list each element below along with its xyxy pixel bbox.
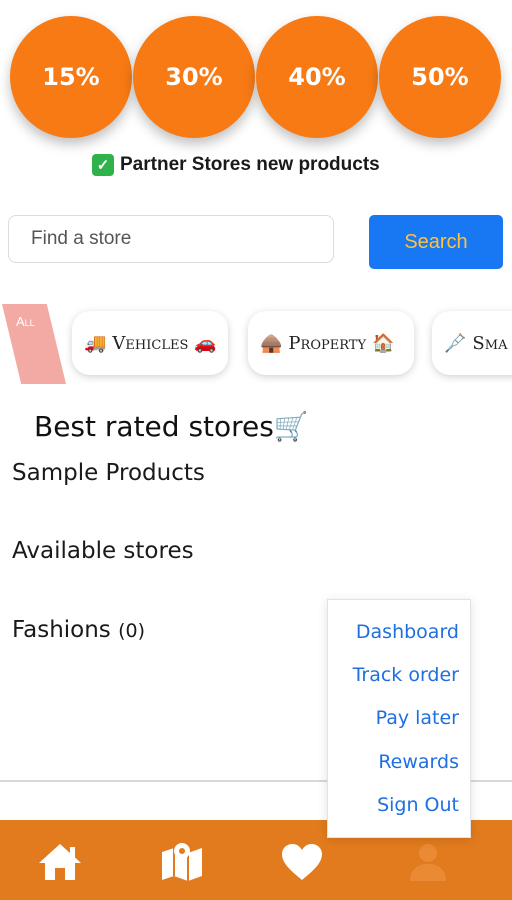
category-label: Property bbox=[288, 332, 367, 354]
map-nav-button[interactable] bbox=[156, 840, 208, 884]
partner-stores-label: Partner Stores new products bbox=[120, 154, 380, 175]
menu-pay-later[interactable]: Pay later bbox=[376, 707, 459, 729]
tool-icon: 🩼 bbox=[444, 332, 467, 354]
heart-icon bbox=[282, 844, 322, 880]
category-bar: All 🚚 Vehicles 🚗 🛖 Property 🏠 🩼 Sma bbox=[0, 300, 512, 390]
car-icon: 🚗 bbox=[194, 332, 217, 354]
menu-sign-out[interactable]: Sign Out bbox=[377, 794, 459, 816]
check-icon: ✓ bbox=[92, 154, 114, 176]
home-nav-button[interactable] bbox=[34, 840, 86, 884]
user-dropdown-menu: Dashboard Track order Pay later Rewards … bbox=[327, 599, 471, 838]
discount-circles: 15% 30% 40% 50% bbox=[10, 16, 502, 140]
search-button[interactable]: Search bbox=[369, 215, 503, 269]
menu-rewards[interactable]: Rewards bbox=[378, 751, 459, 773]
category-property-chip[interactable]: 🛖 Property 🏠 bbox=[248, 311, 414, 375]
truck-icon: 🚚 bbox=[84, 332, 107, 354]
fashions-heading[interactable]: Fashions (0) bbox=[12, 617, 145, 643]
discount-40-button[interactable]: 40% bbox=[256, 16, 378, 138]
house-icon: 🏠 bbox=[372, 332, 395, 354]
sample-products-heading: Sample Products bbox=[12, 460, 205, 486]
discount-30-button[interactable]: 30% bbox=[133, 16, 255, 138]
partner-stores-link[interactable]: ✓ Partner Stores new products bbox=[92, 154, 380, 176]
menu-track-order[interactable]: Track order bbox=[353, 664, 459, 686]
discount-15-button[interactable]: 15% bbox=[10, 16, 132, 138]
favorites-nav-button[interactable] bbox=[276, 840, 328, 884]
category-vehicles-chip[interactable]: 🚚 Vehicles 🚗 bbox=[72, 311, 228, 375]
menu-dashboard[interactable]: Dashboard bbox=[356, 621, 459, 643]
category-all-tab[interactable]: All bbox=[2, 304, 66, 384]
hut-icon: 🛖 bbox=[260, 332, 283, 354]
available-stores-heading: Available stores bbox=[12, 538, 194, 564]
best-rated-heading: Best rated stores🛒 bbox=[34, 410, 309, 443]
fashions-count: (0) bbox=[118, 620, 146, 642]
discount-50-button[interactable]: 50% bbox=[379, 16, 501, 138]
category-label: Sma bbox=[472, 332, 508, 354]
map-icon bbox=[162, 843, 202, 881]
home-icon bbox=[39, 844, 81, 880]
fashions-label: Fashions bbox=[12, 617, 111, 643]
category-label: Vehicles bbox=[112, 332, 189, 354]
user-icon bbox=[410, 844, 446, 881]
category-sma-chip[interactable]: 🩼 Sma bbox=[432, 311, 512, 375]
store-search-input[interactable] bbox=[8, 215, 334, 263]
profile-nav-button[interactable] bbox=[402, 840, 454, 884]
